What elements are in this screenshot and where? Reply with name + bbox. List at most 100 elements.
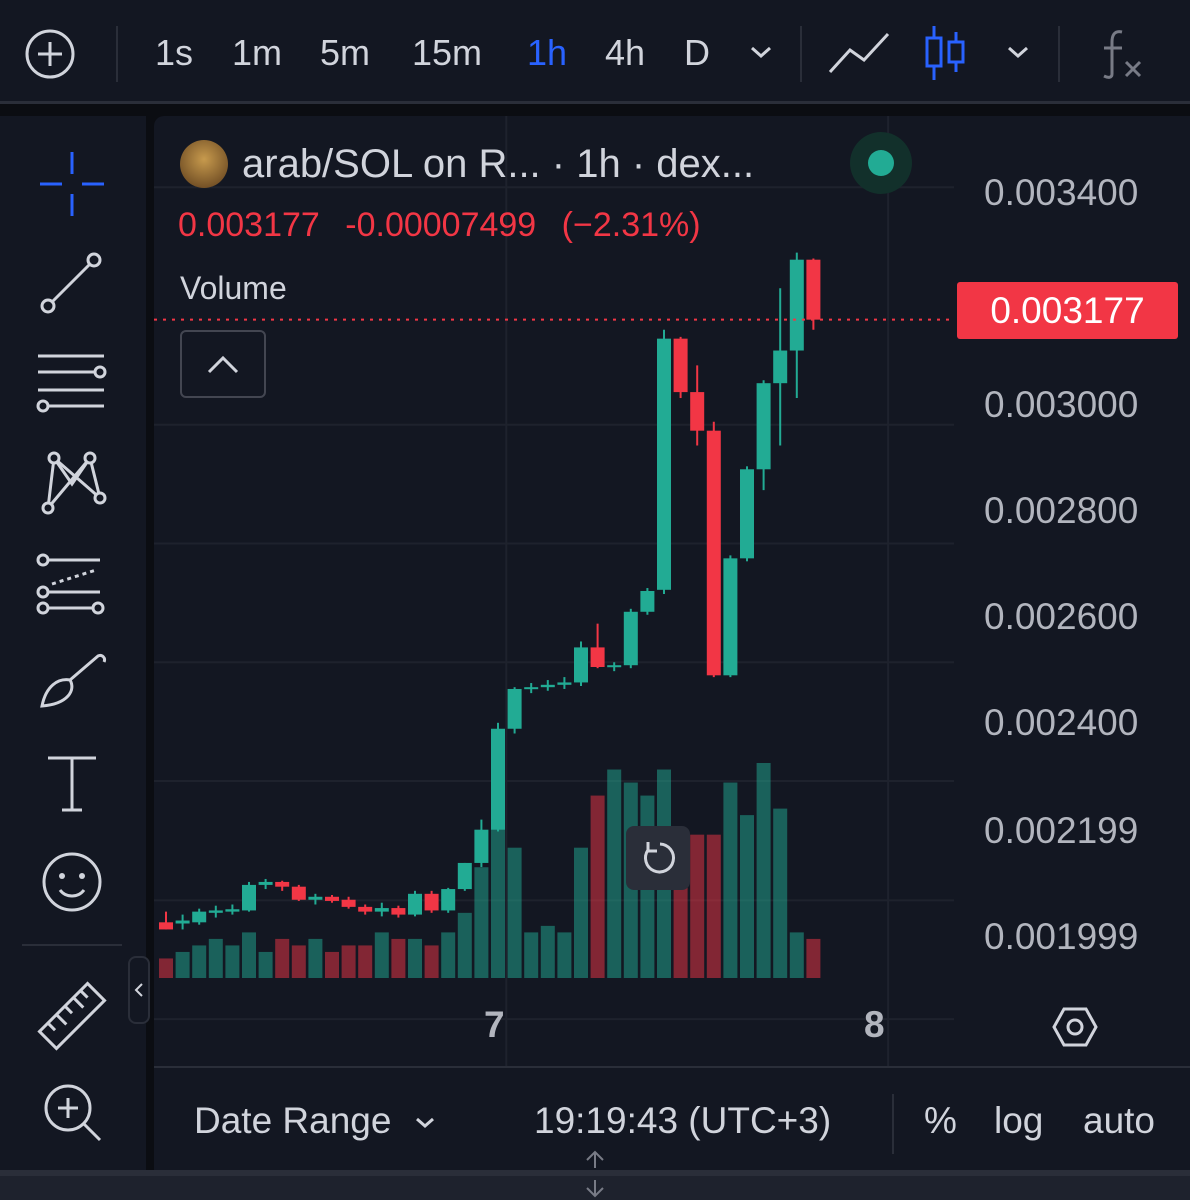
- candle-body: [192, 911, 207, 923]
- price-axis-label: 0.001999: [984, 916, 1139, 957]
- volume-bar: [391, 938, 406, 978]
- volume-bar: [690, 834, 705, 978]
- chevron-left-icon: [134, 983, 143, 997]
- percent-scale-toggle[interactable]: %: [924, 1100, 957, 1142]
- date-range-dropdown[interactable]: Date Range: [194, 1100, 438, 1142]
- candle-body: [424, 893, 439, 911]
- toolbar-divider: [800, 26, 802, 82]
- candle-body: [159, 922, 173, 930]
- chevron-down-icon[interactable]: [1005, 42, 1031, 62]
- symbol-title[interactable]: arab/SOL on R... · 1h · dex...: [242, 142, 754, 187]
- pattern-icon[interactable]: [34, 446, 110, 522]
- text-icon[interactable]: [34, 746, 110, 822]
- log-scale-toggle[interactable]: log: [994, 1100, 1043, 1142]
- candle-body: [590, 647, 605, 667]
- candle-body: [557, 682, 572, 685]
- toolbar-divider: [1058, 26, 1060, 82]
- volume-bar: [358, 945, 373, 978]
- sidebar-collapse-button[interactable]: [128, 956, 150, 1024]
- chart-settings-icon[interactable]: [1052, 1006, 1098, 1048]
- candle-body: [225, 909, 240, 912]
- market-status-dot[interactable]: [868, 150, 894, 176]
- reset-chart-button[interactable]: [626, 826, 690, 890]
- candle-body: [457, 862, 472, 890]
- candle-body: [524, 687, 539, 690]
- zoom-in-icon[interactable]: [34, 1074, 110, 1150]
- token-avatar: [180, 140, 228, 188]
- volume-bar: [159, 958, 173, 978]
- timeframe-D[interactable]: D: [684, 30, 710, 76]
- trend-line-icon[interactable]: [34, 246, 110, 322]
- chevron-up-icon: [207, 355, 239, 374]
- candle-body: [175, 920, 190, 924]
- volume-bar: [557, 932, 572, 978]
- candle-body: [258, 881, 273, 885]
- brush-icon[interactable]: [34, 646, 110, 722]
- candle-body: [358, 906, 373, 912]
- candle-body: [408, 893, 422, 915]
- candle-body: [806, 259, 821, 320]
- reset-icon: [644, 842, 675, 874]
- candle-body: [773, 350, 788, 384]
- candle-body: [640, 591, 655, 612]
- candle-body: [690, 392, 705, 431]
- candle-body: [723, 558, 738, 676]
- volume-bar: [474, 867, 489, 978]
- auto-scale-toggle[interactable]: auto: [1083, 1100, 1155, 1142]
- candle-body: [756, 383, 771, 470]
- indicators-fx-icon[interactable]: [1098, 26, 1144, 80]
- chevron-down-icon[interactable]: [748, 42, 774, 62]
- volume-bar: [540, 925, 555, 978]
- date-range-label: Date Range: [194, 1100, 392, 1141]
- clock-timezone[interactable]: 19:19:43 (UTC+3): [534, 1100, 831, 1142]
- top-toolbar: 1s 1m 5m 15m 1h 4h D: [0, 0, 1190, 104]
- candle-body: [291, 886, 306, 900]
- candles-chart-icon[interactable]: [922, 24, 968, 82]
- candle-body: [607, 665, 622, 668]
- timeframe-1m[interactable]: 1m: [232, 30, 282, 76]
- volume-bar: [441, 932, 456, 978]
- volume-label[interactable]: Volume: [180, 270, 287, 307]
- line-chart-icon[interactable]: [826, 28, 892, 78]
- candle-body: [507, 688, 522, 729]
- candle-body: [391, 908, 406, 915]
- volume-bar: [374, 932, 389, 978]
- fib-icon[interactable]: [34, 546, 110, 622]
- volume-bar: [175, 951, 190, 978]
- volume-bar: [590, 795, 605, 978]
- candle-body: [441, 889, 456, 911]
- emoji-icon[interactable]: [34, 844, 110, 920]
- crosshair-icon[interactable]: [34, 146, 110, 222]
- sidebar-divider: [22, 944, 122, 946]
- volume-bar: [789, 932, 804, 978]
- volume-bar: [408, 938, 422, 978]
- candle-body: [789, 259, 804, 351]
- candle-body: [474, 829, 489, 863]
- candle-body: [341, 899, 356, 907]
- resize-arrows-icon[interactable]: [582, 1148, 608, 1200]
- toolbar-divider: [116, 26, 118, 82]
- timeframe-5m[interactable]: 5m: [320, 30, 370, 76]
- timeframe-4h[interactable]: 4h: [605, 30, 645, 76]
- candle-body: [657, 338, 671, 590]
- price-axis-label: 0.002400: [984, 702, 1139, 743]
- volume-bar: [491, 815, 505, 978]
- timeframe-1s[interactable]: 1s: [155, 30, 193, 76]
- volume-bar: [424, 945, 439, 978]
- volume-bar: [706, 834, 721, 978]
- volume-bar: [242, 932, 256, 978]
- bottom-bar-divider: [892, 1094, 894, 1154]
- candle-body: [540, 684, 555, 688]
- candle-body: [491, 728, 505, 830]
- volume-bar: [457, 912, 472, 978]
- timeframe-15m[interactable]: 15m: [412, 30, 482, 76]
- candle-body: [740, 469, 754, 559]
- candle-body: [673, 338, 688, 393]
- collapse-legend-button[interactable]: [180, 330, 266, 398]
- ruler-icon[interactable]: [34, 978, 110, 1054]
- horizontal-lines-icon[interactable]: [34, 346, 110, 422]
- timeframe-1h[interactable]: 1h: [527, 30, 567, 76]
- add-symbol-icon[interactable]: [24, 28, 76, 80]
- legend-change: -0.00007499: [345, 206, 537, 244]
- price-axis-label: 0.002199: [984, 810, 1139, 851]
